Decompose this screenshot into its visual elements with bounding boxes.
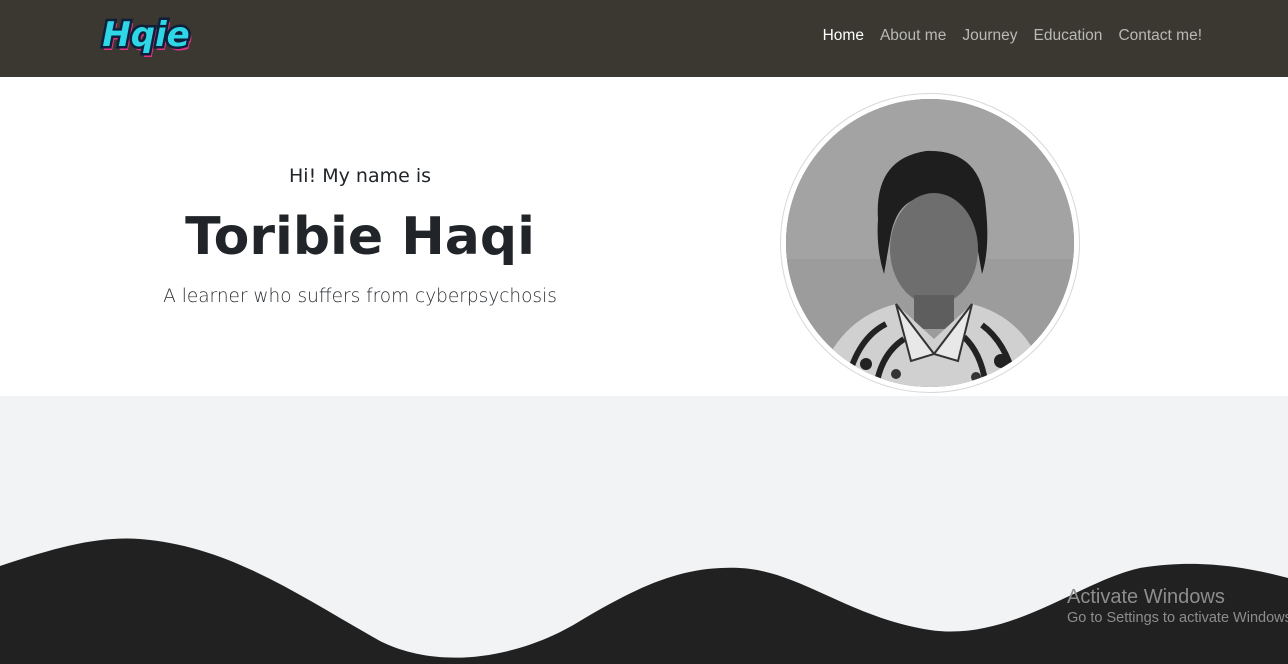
- nav-link-about-me[interactable]: About me: [880, 27, 946, 45]
- svg-text:Hqie: Hqie: [102, 15, 190, 55]
- nav-link-home[interactable]: Home: [823, 27, 864, 45]
- nav-link-contact[interactable]: Contact me!: [1118, 27, 1202, 45]
- hero-section: Hi! My name is Toribie Haqi A learner wh…: [0, 77, 1288, 396]
- hero-name: Toribie Haqi: [185, 207, 535, 267]
- brand-logo[interactable]: Hqie Hqie: [94, 8, 198, 66]
- navbar: Hqie Hqie Home About me Journey Educatio…: [0, 0, 1288, 77]
- watermark-title: Activate Windows: [1067, 586, 1225, 608]
- avatar-frame: [780, 93, 1080, 393]
- hero-tagline: A learner who suffers from cyberpsychosi…: [163, 286, 557, 307]
- nav-link-journey[interactable]: Journey: [962, 27, 1017, 45]
- watermark-subtitle: Go to Settings to activate Windows.: [1067, 610, 1288, 626]
- os-activation-watermark: Activate Windows Go to Settings to activ…: [1067, 586, 1288, 626]
- nav-menu: Home About me Journey Education Contact …: [823, 27, 1202, 45]
- profile-photo: [786, 99, 1074, 387]
- nav-link-education[interactable]: Education: [1033, 27, 1102, 45]
- hero-greeting: Hi! My name is: [289, 165, 431, 187]
